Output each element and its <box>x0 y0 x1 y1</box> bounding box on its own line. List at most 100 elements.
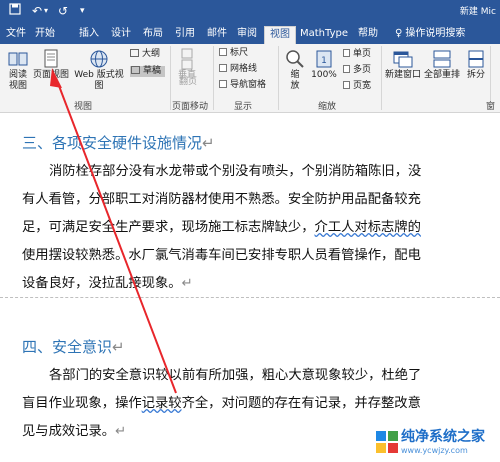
ribbon-tabs: 文件 开始 插入 设计 布局 引用 邮件 审阅 视图 MathType 帮助 ♀… <box>0 23 500 44</box>
checkbox-box <box>219 80 227 88</box>
watermark-logo: 纯净系统之家 www.ycwjzy.com <box>373 424 497 460</box>
print-layout-label: 页面视图 <box>33 70 70 80</box>
new-window-label: 新建窗口 <box>384 70 421 80</box>
outline-label: 大纲 <box>142 49 161 59</box>
arrange-all-button[interactable]: 全部重排 <box>423 48 461 81</box>
save-icon[interactable] <box>9 3 21 15</box>
body-text: 见与成效记录。 <box>22 424 116 439</box>
checkbox-box <box>219 64 227 72</box>
group-separator <box>278 46 279 110</box>
windows-logo-icon <box>376 431 398 453</box>
watermark-name: 纯净系统之家 <box>401 429 485 445</box>
navigation-pane-label: 导航窗格 <box>230 80 267 90</box>
zoom-group-label: 缩放 <box>318 102 337 112</box>
tab-review[interactable]: 审阅 <box>234 26 260 44</box>
window-title: 新建 Mic <box>459 7 496 17</box>
tab-home[interactable]: 开始 <box>32 26 58 44</box>
heading-section-4[interactable]: 四、安全意识↵ <box>22 337 125 357</box>
zoom-button[interactable]: 缩 放 <box>283 48 307 92</box>
watermark-url: www.ycwjzy.com <box>401 446 468 455</box>
multiple-pages-icon <box>343 65 350 73</box>
tab-file[interactable]: 文件 <box>2 26 30 44</box>
paragraph-mark: ↵ <box>181 276 193 291</box>
body-line: 消防栓存部分没有水龙带或个别没有喷头，个别消防箱陈旧，没 <box>49 164 422 179</box>
print-layout-button[interactable]: 页面视图 <box>33 48 69 81</box>
split-icon <box>468 50 484 68</box>
tell-me-label: 操作说明搜索 <box>405 28 466 39</box>
one-page-label: 单页 <box>353 49 372 59</box>
customize-toolbar-icon[interactable]: ▾ <box>80 3 85 19</box>
book-icon <box>8 52 28 66</box>
multiple-pages-label: 多页 <box>353 65 372 75</box>
undo-dropdown-icon[interactable]: ▾ <box>44 3 48 19</box>
document-page[interactable]: 三、各项安全硬件设施情况↵ 消防栓存部分没有水龙带或个别没有喷头，个别消防箱陈旧… <box>0 113 500 462</box>
arrange-all-icon <box>433 50 451 68</box>
group-separator <box>170 46 171 110</box>
globe-icon <box>90 50 108 68</box>
tell-me-search[interactable]: ♀ 操作说明搜索 <box>395 27 465 41</box>
zoom-100-label: 100% <box>311 70 337 80</box>
body-line: 见与成效记录。↵ <box>22 423 126 441</box>
new-window-icon <box>393 51 413 68</box>
tab-mailings[interactable]: 邮件 <box>204 26 230 44</box>
multiple-pages-button[interactable]: 多页 <box>343 65 371 76</box>
read-mode-button[interactable]: 阅读 视图 <box>4 48 32 92</box>
grammar-underlined-text: 介工人对标志牌的 <box>314 220 421 235</box>
page-width-button[interactable]: 页宽 <box>343 81 371 92</box>
paragraph-mark: ↵ <box>115 424 127 439</box>
split-button[interactable]: 拆分 <box>464 48 488 81</box>
body-line: 各部门的安全意识较以前有所加强，粗心大意现象较少，杜绝了 <box>49 368 422 383</box>
tab-layout[interactable]: 布局 <box>140 26 166 44</box>
group-separator <box>381 46 382 110</box>
tab-mathtype[interactable]: MathType <box>300 26 348 44</box>
new-window-button[interactable]: 新建窗口 <box>384 48 422 81</box>
web-layout-label: Web 版式视图 <box>74 70 124 91</box>
draft-label: 草稿 <box>143 66 162 76</box>
read-mode-label: 阅读 视图 <box>8 70 27 91</box>
lightbulb-icon: ♀ <box>395 28 403 39</box>
tab-design[interactable]: 设计 <box>108 26 134 44</box>
body-line: 足，可满足安全生产要求，现场施工标志牌缺少，介工人对标志牌的 <box>22 219 421 237</box>
ruler-label: 标尺 <box>230 48 249 58</box>
one-page-button[interactable]: 单页 <box>343 49 371 60</box>
checkbox-box <box>219 48 227 56</box>
navigation-pane-checkbox[interactable]: 导航窗格 <box>219 80 266 91</box>
page-width-icon <box>343 81 350 89</box>
tab-insert[interactable]: 插入 <box>76 26 102 44</box>
tab-help[interactable]: 帮助 <box>354 26 382 44</box>
split-label: 拆分 <box>466 70 485 80</box>
zoom-100-button[interactable]: 1 100% <box>310 48 338 81</box>
body-text: 齐全，对问题的存在有记录，并存整改意 <box>181 396 421 411</box>
tab-view[interactable]: 视图 <box>264 26 296 44</box>
page-icon <box>44 49 58 68</box>
body-line: 使用摆设较熟悉。水厂氯气消毒车间已安排专职人员看管操作，配电 <box>22 248 421 263</box>
body-text: 设备良好，没拉乱接现象。 <box>22 276 182 291</box>
vertical-pages-icon <box>181 48 193 70</box>
redo-icon[interactable]: ↺ <box>58 3 68 19</box>
body-text: 盲目作业现象，操作 <box>22 396 142 411</box>
heading-text: 三、各项安全硬件设施情况 <box>22 134 203 152</box>
heading-text: 四、安全意识 <box>22 338 113 356</box>
group-separator <box>213 46 214 110</box>
magnifier-icon <box>286 50 304 68</box>
heading-section-3[interactable]: 三、各项安全硬件设施情况↵ <box>22 133 215 153</box>
draft-button[interactable]: 草稿 <box>130 66 166 77</box>
ruler-checkbox[interactable]: 标尺 <box>219 48 248 59</box>
gridlines-label: 网格线 <box>230 64 258 74</box>
outline-button[interactable]: 大纲 <box>130 49 160 60</box>
side-to-side-label: 翻页 <box>178 77 197 87</box>
side-to-side-button[interactable]: 翻页 <box>176 77 200 88</box>
zoom-label: 缩 放 <box>290 70 300 91</box>
page-movement-group-label: 页面移动 <box>172 102 209 112</box>
paragraph-mark: ↵ <box>112 338 125 356</box>
web-layout-button[interactable]: Web 版式视图 <box>70 48 128 92</box>
gridlines-checkbox[interactable]: 网格线 <box>219 64 257 75</box>
paragraph-mark: ↵ <box>202 134 215 152</box>
undo-icon[interactable]: ↶ <box>32 3 42 19</box>
body-line: 设备良好，没拉乱接现象。↵ <box>22 275 193 293</box>
tab-references[interactable]: 引用 <box>172 26 198 44</box>
svg-text:1: 1 <box>321 56 327 66</box>
one-page-icon <box>343 49 350 57</box>
views-group-label: 视图 <box>74 102 93 112</box>
title-bar: ↶ ▾ ↺ ▾ 新建 Mic <box>0 0 500 23</box>
